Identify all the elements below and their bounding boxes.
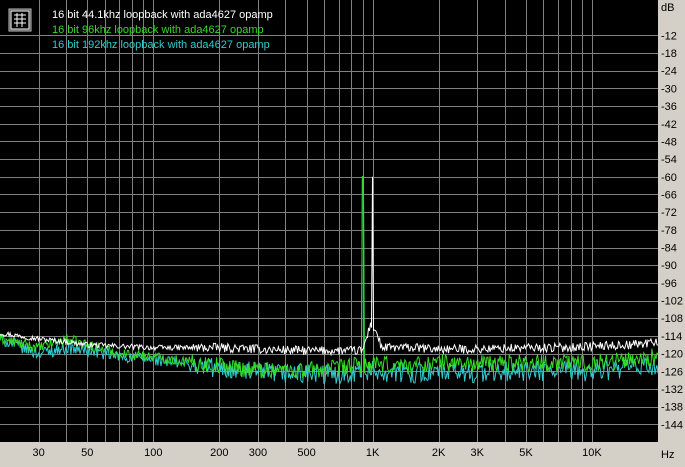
y-tick-label: -96	[661, 278, 677, 290]
y-tick-label: -102	[661, 296, 683, 308]
y-tick-label: -72	[661, 207, 677, 219]
y-axis-unit-label: dB	[661, 2, 674, 14]
y-tick-label: -42	[661, 119, 677, 131]
y-tick-label: -48	[661, 136, 677, 148]
y-tick-label: -84	[661, 243, 677, 255]
y-tick-label: -78	[661, 225, 677, 237]
x-tick-label: 200	[210, 447, 228, 459]
x-tick-label: 50	[81, 447, 93, 459]
y-tick-label: -132	[661, 384, 683, 396]
y-tick-label: -120	[661, 349, 683, 361]
x-tick-label: 500	[297, 447, 315, 459]
legend-entry-44k: 16 bit 44.1khz loopback with ada4627 opa…	[52, 9, 273, 21]
x-tick-label: 3K	[471, 447, 485, 459]
x-tick-label: 300	[249, 447, 267, 459]
y-tick-label: -66	[661, 189, 677, 201]
x-tick-label: 30	[32, 447, 44, 459]
x-tick-label: 2K	[432, 447, 446, 459]
y-tick-label: -30	[661, 83, 677, 95]
y-tick-label: -60	[661, 172, 677, 184]
y-tick-label: -54	[661, 154, 677, 166]
chart-svg: 16 bit 44.1khz loopback with ada4627 opa…	[0, 0, 685, 462]
x-tick-label: 1K	[366, 447, 380, 459]
y-tick-label: -90	[661, 260, 677, 272]
legend-entry-192k: 16 bit 192khz loopback with ada4627 opam…	[52, 39, 270, 51]
x-tick-label: 10K	[582, 447, 602, 459]
legend-entry-96k: 16 bit 96khz loopback with ada4627 opamp	[52, 24, 264, 36]
y-tick-label: -24	[661, 66, 677, 78]
y-tick-label: -36	[661, 101, 677, 113]
y-tick-label: -138	[661, 402, 683, 414]
y-tick-label: -126	[661, 366, 683, 378]
x-tick-label: 5K	[519, 447, 533, 459]
y-tick-label: -12	[661, 30, 677, 42]
y-tick-label: -108	[661, 313, 683, 325]
y-tick-label: -18	[661, 48, 677, 60]
y-tick-label: -114	[661, 331, 682, 343]
y-tick-label: -144	[661, 419, 683, 431]
x-axis-unit-label: Hz	[661, 449, 674, 461]
chart-legend-icon[interactable]	[8, 8, 32, 32]
x-tick-label: 100	[144, 447, 162, 459]
plot-area	[0, 0, 658, 442]
spectrum-chart: 16 bit 44.1khz loopback with ada4627 opa…	[0, 0, 685, 462]
